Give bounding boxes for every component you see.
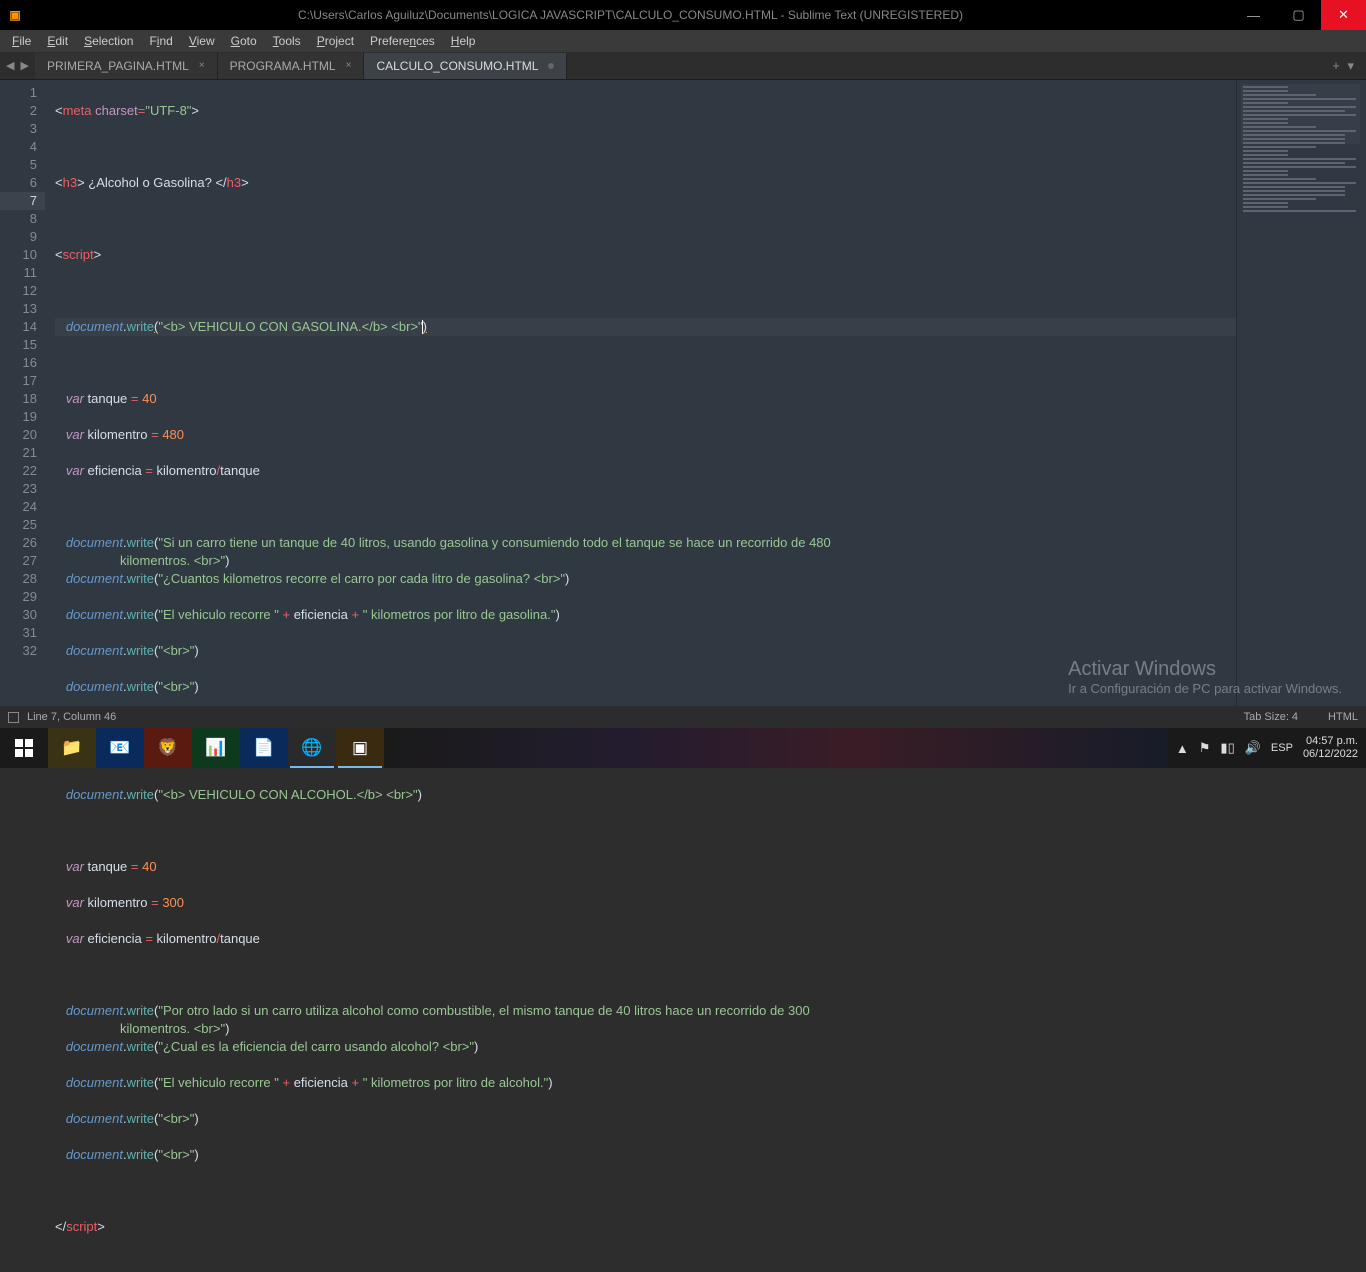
- tab-label: PRIMERA_PAGINA.HTML: [47, 59, 189, 73]
- tray-network-icon[interactable]: ▮▯: [1220, 740, 1234, 756]
- nav-forward-icon[interactable]: ▶: [20, 59, 28, 72]
- taskbar-word[interactable]: 📄: [240, 728, 288, 768]
- menu-view[interactable]: View: [181, 32, 223, 50]
- app-icon: ▣: [0, 0, 30, 30]
- start-button[interactable]: [0, 728, 48, 768]
- editor[interactable]: 1 2 3 4 5 6 7 8 9 10 11 12 13 14 15 16 1…: [0, 80, 1366, 706]
- close-icon[interactable]: ×: [199, 60, 205, 71]
- tray-up-icon[interactable]: ▲: [1176, 741, 1189, 756]
- tray-volume-icon[interactable]: 🔊: [1245, 740, 1261, 756]
- menu-edit[interactable]: Edit: [39, 32, 76, 50]
- taskbar-excel[interactable]: 📊: [192, 728, 240, 768]
- menu-file[interactable]: File: [4, 32, 39, 50]
- statusbar: Line 7, Column 46 Tab Size: 4 HTML: [0, 706, 1366, 728]
- minimize-button[interactable]: —: [1231, 0, 1276, 30]
- system-tray: ▲ ⚑ ▮▯ 🔊 ESP 04:57 p.m. 06/12/2022: [1168, 735, 1366, 761]
- tab-label: CALCULO_CONSUMO.HTML: [376, 59, 538, 73]
- titlebar: ▣ C:\Users\Carlos Aguiluz\Documents\LOGI…: [0, 0, 1366, 30]
- tray-language[interactable]: ESP: [1271, 742, 1293, 754]
- code-area[interactable]: <meta charset="UTF-8"> <h3> ¿Alcohol o G…: [45, 80, 1236, 706]
- menu-preferences[interactable]: Preferences: [362, 32, 443, 50]
- tab-calculo-consumo[interactable]: CALCULO_CONSUMO.HTML: [364, 53, 567, 79]
- taskbar-outlook[interactable]: 📧: [96, 728, 144, 768]
- taskbar-sublime[interactable]: ▣: [336, 728, 384, 768]
- taskbar-chrome[interactable]: 🌐: [288, 728, 336, 768]
- cursor-position: Line 7, Column 46: [27, 711, 116, 723]
- menu-help[interactable]: Help: [443, 32, 484, 50]
- windows-taskbar: 📁 📧 🦁 📊 📄 🌐 ▣ ▲ ⚑ ▮▯ 🔊 ESP 04:57 p.m. 06…: [0, 728, 1366, 768]
- taskbar-background: [384, 728, 1168, 768]
- tab-size[interactable]: Tab Size: 4: [1244, 711, 1298, 723]
- panel-switcher-icon[interactable]: [8, 712, 19, 723]
- menu-selection[interactable]: Selection: [76, 32, 141, 50]
- tab-label: PROGRAMA.HTML: [230, 59, 336, 73]
- taskbar-brave[interactable]: 🦁: [144, 728, 192, 768]
- taskbar-file-explorer[interactable]: 📁: [48, 728, 96, 768]
- minimap[interactable]: [1236, 80, 1366, 706]
- syntax-label[interactable]: HTML: [1328, 711, 1358, 723]
- tray-clock[interactable]: 04:57 p.m. 06/12/2022: [1303, 735, 1358, 761]
- line-gutter: 1 2 3 4 5 6 7 8 9 10 11 12 13 14 15 16 1…: [0, 80, 45, 706]
- window-title: C:\Users\Carlos Aguiluz\Documents\LOGICA…: [30, 8, 1231, 22]
- menu-find[interactable]: Find: [141, 32, 180, 50]
- close-icon[interactable]: ×: [346, 60, 352, 71]
- menu-goto[interactable]: Goto: [223, 32, 265, 50]
- menu-tools[interactable]: Tools: [265, 32, 309, 50]
- new-tab-button[interactable]: + ▾: [1322, 58, 1366, 74]
- tab-primera-pagina[interactable]: PRIMERA_PAGINA.HTML ×: [35, 53, 218, 79]
- menubar: File Edit Selection Find View Goto Tools…: [0, 30, 1366, 52]
- dirty-indicator-icon: [548, 63, 554, 69]
- close-button[interactable]: ✕: [1321, 0, 1366, 30]
- menu-project[interactable]: Project: [309, 32, 362, 50]
- nav-back-icon[interactable]: ◀: [6, 59, 14, 72]
- tab-bar: ◀ ▶ PRIMERA_PAGINA.HTML × PROGRAMA.HTML …: [0, 52, 1366, 80]
- tray-flag-icon[interactable]: ⚑: [1199, 740, 1211, 756]
- maximize-button[interactable]: ▢: [1276, 0, 1321, 30]
- tab-programa[interactable]: PROGRAMA.HTML ×: [218, 53, 365, 79]
